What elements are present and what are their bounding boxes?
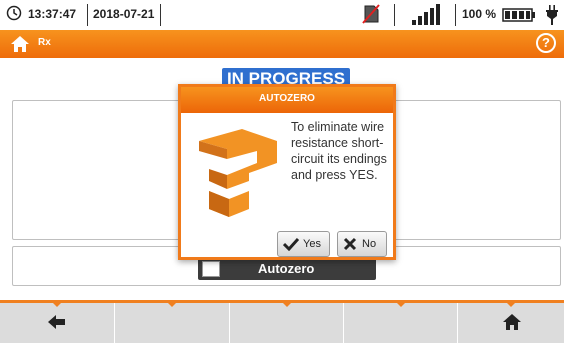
help-icon[interactable]: ? [536,33,556,53]
yes-button-label: Yes [303,238,321,250]
yes-button[interactable]: Yes [277,231,330,257]
checkmark-icon [282,237,300,254]
autozero-toggle-label: Autozero [258,261,315,276]
status-bar: 13:37:47 2018-07-21 100 % [0,0,564,30]
x-icon [343,237,357,254]
autozero-toggle[interactable]: Autozero [198,258,376,280]
mode-label: Rx [38,37,51,48]
autozero-checkbox[interactable] [202,261,220,277]
sd-card-crossed-icon [362,4,380,27]
power-plug-icon [546,5,558,28]
home-icon [502,313,522,336]
question-mark-icon [187,119,287,224]
battery-icon [502,8,536,25]
no-button-label: No [362,238,377,250]
status-divider [160,4,161,26]
autozero-dialog: AUTOZERO To eliminate wire resistance sh… [178,84,396,260]
home-button[interactable] [458,303,564,343]
softkey-3[interactable] [230,303,344,343]
signal-icon [412,3,442,28]
status-divider [455,4,456,26]
softkey-4[interactable] [344,303,458,343]
softkey-2[interactable] [115,303,230,343]
status-divider [87,4,88,26]
no-button[interactable]: No [337,231,387,257]
back-arrow-icon [48,315,66,334]
clock-icon [6,5,22,24]
status-time: 13:37:47 [28,7,77,21]
home-icon[interactable] [10,35,30,58]
back-button[interactable] [0,303,115,343]
status-date: 2018-07-21 [93,7,155,21]
status-divider [394,4,395,26]
dialog-message: To eliminate wire resistance short-circu… [291,120,387,182]
battery-percent: 100 % [462,7,497,21]
title-bar: Rx ? [0,30,564,58]
dialog-title: AUTOZERO [181,87,393,113]
bottom-bar [0,300,564,343]
